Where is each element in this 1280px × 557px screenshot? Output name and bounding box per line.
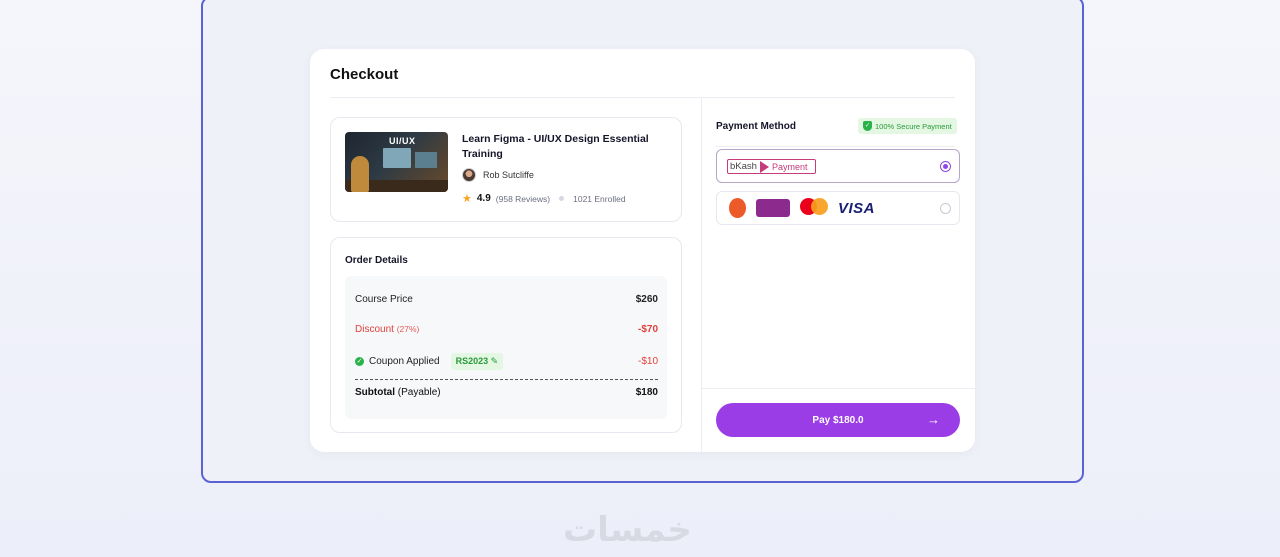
subtotal-qualifier: (Payable) xyxy=(397,387,441,398)
order-details-title: Order Details xyxy=(345,255,408,266)
thumbnail-text: UI/UX xyxy=(389,136,416,146)
coupon-code-badge[interactable]: RS2023 ✎ xyxy=(450,353,504,370)
column-divider xyxy=(701,98,702,452)
course-author: Rob Sutcliffe xyxy=(462,168,534,182)
avatar xyxy=(462,168,476,182)
coupon-code: RS2023 xyxy=(455,356,489,366)
course-thumbnail: UI/UX xyxy=(345,132,448,192)
discount-value: -$70 xyxy=(637,324,658,335)
payment-divider xyxy=(716,146,955,147)
author-name: Rob Sutcliffe xyxy=(483,170,534,180)
page-title: Checkout xyxy=(330,66,399,83)
coupon-row: ✓ Coupon Applied RS2023 ✎ -$10 xyxy=(355,353,658,370)
coupon-value: -$10 xyxy=(637,356,658,367)
course-price-label: Course Price xyxy=(355,294,413,305)
bkash-bird-icon xyxy=(759,160,769,173)
course-title[interactable]: Learn Figma - UI/UX Design Essential Tra… xyxy=(462,132,667,162)
payment-option-cards[interactable]: VISA xyxy=(716,191,960,225)
shield-check-icon: ✓ xyxy=(863,121,872,131)
footer-divider xyxy=(702,388,975,389)
discount-percent: (27%) xyxy=(396,324,420,334)
check-circle-icon: ✓ xyxy=(355,357,364,366)
visa-logo: VISA xyxy=(838,199,876,217)
course-price-value: $260 xyxy=(635,294,658,305)
payment-option-bkash[interactable]: bKash Payment xyxy=(716,149,960,183)
pay-button-label: Pay $180.0 xyxy=(812,414,864,426)
star-icon: ★ xyxy=(462,192,472,205)
secure-payment-badge: ✓ 100% Secure Payment xyxy=(858,118,957,134)
bkash-logo: bKash Payment xyxy=(727,159,816,174)
course-summary: UI/UX Learn Figma - UI/UX Design Essenti… xyxy=(330,117,682,222)
dashed-divider xyxy=(355,379,658,380)
edit-icon[interactable]: ✎ xyxy=(491,356,499,366)
subtotal-label: Subtotal xyxy=(355,387,395,398)
secure-payment-text: 100% Secure Payment xyxy=(875,121,952,131)
enrolled-count: 1021 Enrolled xyxy=(573,193,626,204)
payment-method-title: Payment Method xyxy=(716,121,797,132)
subtotal-row: Subtotal (Payable) $180 xyxy=(355,387,658,398)
radio-cards[interactable] xyxy=(940,203,951,214)
bkash-suffix: Payment xyxy=(771,161,808,172)
rating-value: 4.9 xyxy=(476,193,491,204)
nagad-logo xyxy=(729,198,746,218)
order-details: Order Details Course Price $260 Discount… xyxy=(330,237,682,433)
order-summary-panel: Course Price $260 Discount (27%) -$70 ✓ … xyxy=(345,276,667,419)
arrow-right-icon: → xyxy=(927,412,940,427)
review-count: (958 Reviews) xyxy=(495,193,551,204)
discount-label: Discount xyxy=(355,324,394,335)
checkout-card: Checkout UI/UX Learn Figma - UI/UX Desig… xyxy=(310,49,975,452)
pay-button[interactable]: Pay $180.0 → xyxy=(716,403,960,437)
subtotal-value: $180 xyxy=(635,387,658,398)
discount-row: Discount (27%) -$70 xyxy=(355,324,658,335)
watermark-logo: خمسات xyxy=(563,510,692,550)
rocket-logo xyxy=(756,199,790,217)
separator-dot xyxy=(559,196,565,201)
radio-bkash[interactable] xyxy=(940,161,951,172)
mastercard-logo xyxy=(800,198,828,218)
coupon-label: Coupon Applied xyxy=(369,356,440,367)
bkash-brand: bKash xyxy=(730,161,757,172)
course-meta: ★ 4.9 (958 Reviews) 1021 Enrolled xyxy=(462,193,626,204)
course-price-row: Course Price $260 xyxy=(355,294,658,305)
header-divider xyxy=(330,97,955,98)
